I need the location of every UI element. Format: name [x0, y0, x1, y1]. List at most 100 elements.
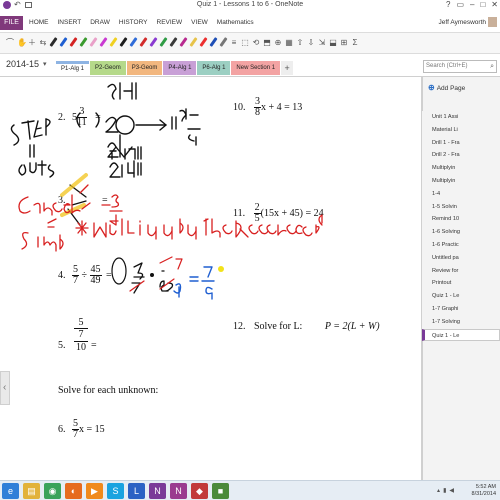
- section-tab[interactable]: New Section 1: [231, 61, 281, 75]
- page-list-item[interactable]: 1-7 Graphi: [422, 302, 500, 316]
- page-canvas[interactable]: 2. 5311 = 3. = 4. 57 ÷ 4549 = 5. 5 7 10 …: [0, 77, 422, 480]
- toolbar-tool-icon[interactable]: ▦: [285, 38, 293, 47]
- search-icon[interactable]: ⌕: [490, 61, 494, 72]
- explorer-icon[interactable]: ▤: [23, 483, 40, 499]
- page-list-item[interactable]: Review for: [422, 264, 500, 278]
- pen-tool-16[interactable]: [200, 37, 207, 48]
- toolbar-tool-icon[interactable]: ⇆: [39, 38, 47, 47]
- toolbar-tool-icon[interactable]: ⊕: [274, 38, 282, 47]
- section-tab[interactable]: P2-Geom: [90, 61, 126, 75]
- pen-tool-5[interactable]: [90, 37, 97, 48]
- minimize-icon[interactable]: –: [470, 0, 474, 9]
- close-icon[interactable]: ✕: [491, 0, 498, 9]
- clock-time: 5:52 AM: [475, 484, 496, 490]
- toolbar-tool-icon[interactable]: ✋: [17, 38, 27, 47]
- lync-icon[interactable]: L: [128, 483, 145, 499]
- toolbar-tool-icon[interactable]: ⇲: [318, 38, 326, 47]
- toolbar-tool-icon[interactable]: ≡: [230, 38, 238, 47]
- pen-tool-12[interactable]: [160, 37, 167, 48]
- toolbar-tool-icon[interactable]: ⊞: [340, 38, 348, 47]
- help-icon[interactable]: ?: [446, 0, 450, 9]
- pen-tool-10[interactable]: [140, 37, 147, 48]
- toolbar-tool-icon[interactable]: ⬓: [329, 38, 337, 47]
- toolbar-tool-icon[interactable]: ＋: [28, 37, 36, 48]
- pen-tool-3[interactable]: [70, 37, 77, 48]
- pen-tool-11[interactable]: [150, 37, 157, 48]
- pen-tool-17[interactable]: [210, 37, 217, 48]
- page-list-item[interactable]: Multiplyin: [422, 174, 500, 188]
- tab-view[interactable]: VIEW: [191, 19, 208, 26]
- equals-sign: =: [102, 195, 108, 206]
- file-tab[interactable]: FILE: [0, 16, 23, 30]
- tab-mathematics[interactable]: Mathematics: [217, 19, 254, 26]
- search-input[interactable]: Search (Ctrl+E) ⌕: [423, 60, 497, 73]
- section-tab[interactable]: P4-Alg 1: [163, 61, 197, 75]
- page-list-item[interactable]: Printout: [422, 277, 500, 291]
- page-list-item[interactable]: 1-4: [422, 187, 500, 201]
- tab-review[interactable]: REVIEW: [157, 19, 183, 26]
- page-list-item[interactable]: Drill 1 - Fra: [422, 136, 500, 150]
- problem-number: 4.: [58, 269, 66, 281]
- page-list-item[interactable]: Quiz 1 - Le: [422, 328, 500, 342]
- plus-icon: ⊕: [428, 83, 435, 92]
- page-list-item[interactable]: 1-6 Practic: [422, 238, 500, 252]
- tab-insert[interactable]: INSERT: [58, 19, 82, 26]
- add-page-button[interactable]: ⊕ Add Page: [428, 83, 465, 92]
- toolbar-tool-icon[interactable]: ⬚: [241, 38, 249, 47]
- clock[interactable]: 5:52 AM 8/31/2014: [472, 484, 496, 498]
- notebook-name[interactable]: 2014-15: [6, 59, 39, 69]
- pen-tool-2[interactable]: [60, 37, 67, 48]
- section-tab[interactable]: P1-Alg 1: [56, 61, 90, 75]
- pen-tool-1[interactable]: [50, 37, 57, 48]
- section-tab[interactable]: P6-Alg 1: [197, 61, 231, 75]
- pen-tool-14[interactable]: [180, 37, 187, 48]
- add-section-button[interactable]: +: [281, 61, 294, 75]
- toolbar-tool-icon[interactable]: ⇧: [296, 38, 304, 47]
- section-tab[interactable]: P3-Geom: [126, 61, 163, 75]
- pen-tool-6[interactable]: [100, 37, 107, 48]
- toolbar-tool-icon[interactable]: Σ: [351, 38, 359, 47]
- app2-icon[interactable]: ■: [212, 483, 229, 499]
- maximize-icon[interactable]: □: [480, 0, 485, 9]
- pen-tool-13[interactable]: [170, 37, 177, 48]
- page-list-item[interactable]: Quiz 1 - Le: [422, 290, 500, 303]
- toolbar-tool-icon[interactable]: ⇩: [307, 38, 315, 47]
- onenote-icon[interactable]: N: [149, 483, 166, 499]
- page-list-item[interactable]: Unit 1 Assi: [422, 111, 500, 124]
- page-list-item[interactable]: 1-5 Solvin: [422, 200, 500, 214]
- ribbon-display-icon[interactable]: ▭: [456, 0, 464, 9]
- toolbar-tool-icon[interactable]: ⟲: [252, 38, 260, 47]
- skype-icon[interactable]: S: [107, 483, 124, 499]
- pen-tool-8[interactable]: [120, 37, 127, 48]
- chevron-down-icon[interactable]: ▾: [43, 60, 47, 68]
- page-list-item[interactable]: Untitled pa: [422, 251, 500, 265]
- onenote2-icon[interactable]: N: [170, 483, 187, 499]
- toolbar-tool-icon[interactable]: ⬒: [263, 38, 271, 47]
- chrome-icon[interactable]: ◉: [44, 483, 61, 499]
- page-list-item[interactable]: Multiplyin: [422, 162, 500, 175]
- page-list-item[interactable]: Drill 2 - Fra: [422, 149, 500, 163]
- avatar[interactable]: [488, 17, 497, 27]
- ie-icon[interactable]: e: [2, 483, 19, 499]
- tab-history[interactable]: HISTORY: [119, 19, 148, 26]
- page-list-item[interactable]: 1-7 Solving: [422, 315, 500, 329]
- arrow-up-icon[interactable]: ▴: [437, 487, 440, 494]
- toolbar-tool-icon[interactable]: ⌒: [6, 37, 14, 48]
- pen-tool-15[interactable]: [190, 37, 197, 48]
- page-list-item[interactable]: Material Li: [422, 123, 500, 137]
- collapse-panel-handle[interactable]: [0, 371, 10, 405]
- pen-tool-4[interactable]: [80, 37, 87, 48]
- pen-tool-7[interactable]: [110, 37, 117, 48]
- firefox-icon[interactable]: ◐: [65, 483, 82, 499]
- volume-icon[interactable]: ◀: [449, 487, 454, 494]
- pen-tool-9[interactable]: [130, 37, 137, 48]
- tab-draw[interactable]: DRAW: [90, 19, 110, 26]
- pen-tool-18[interactable]: [220, 37, 227, 48]
- app-icon[interactable]: ◆: [191, 483, 208, 499]
- network-icon[interactable]: ▮: [443, 487, 446, 494]
- tab-home[interactable]: HOME: [29, 19, 49, 26]
- user-name[interactable]: Jeff Aymesworth: [439, 19, 486, 26]
- page-list-item[interactable]: Remind 10: [422, 213, 500, 227]
- page-list-item[interactable]: 1-6 Solving: [422, 226, 500, 239]
- mediaplayer-icon[interactable]: ▶: [86, 483, 103, 499]
